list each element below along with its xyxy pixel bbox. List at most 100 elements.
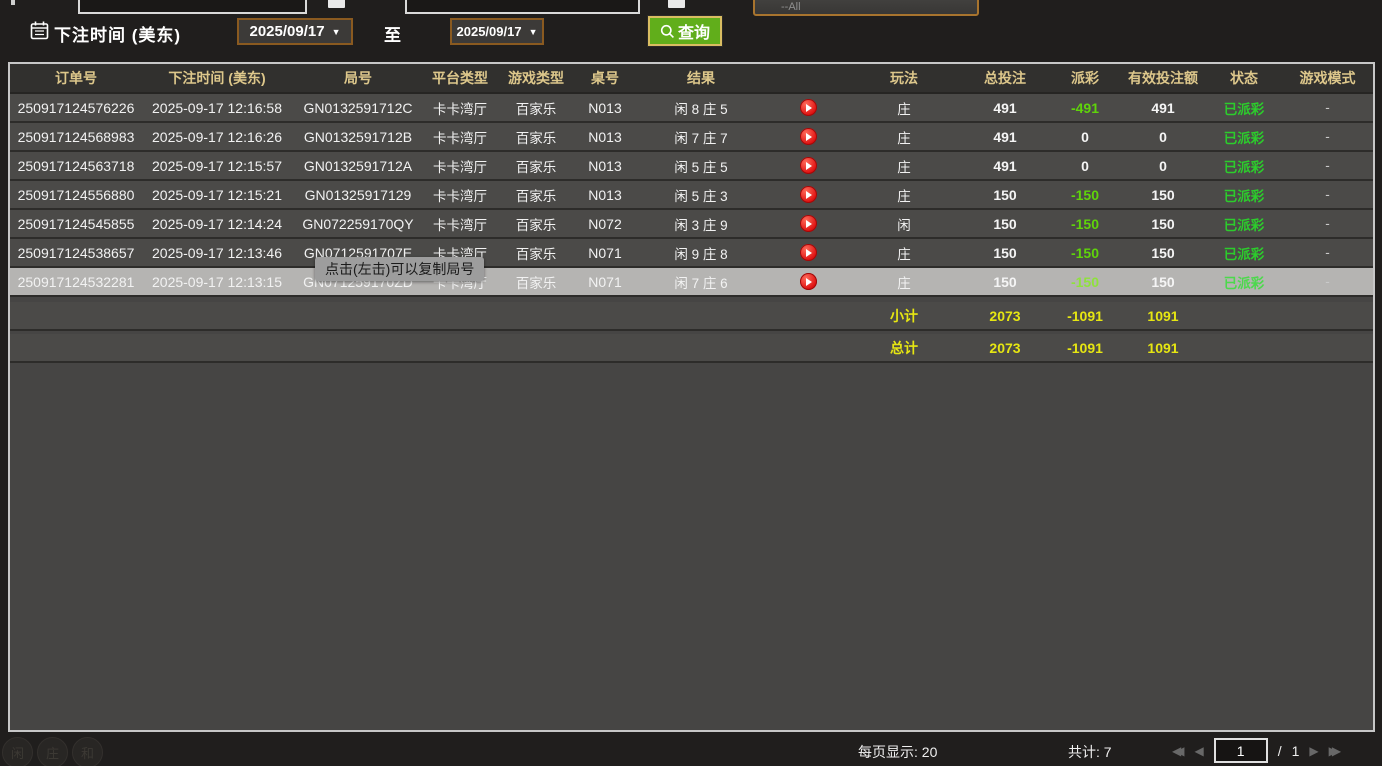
cell-result: 闲 7 庄 7 <box>634 127 768 147</box>
cell-time: 2025-09-17 12:15:21 <box>142 187 292 203</box>
replay-icon[interactable] <box>800 244 817 261</box>
cell-total: 150 <box>960 216 1050 232</box>
cell-game: 百家乐 <box>496 272 576 292</box>
calendar-icon <box>30 21 49 40</box>
date-to-value: 2025/09/17 <box>457 24 522 39</box>
cell-payout: -150 <box>1050 274 1120 290</box>
first-page-icon[interactable]: ◀◀ <box>1172 740 1184 762</box>
table-row[interactable]: 250917124568983 2025-09-17 12:16:26 GN01… <box>10 123 1373 152</box>
replay-icon[interactable] <box>800 157 817 174</box>
cell-payout: 0 <box>1050 129 1120 145</box>
cell-total: 491 <box>960 158 1050 174</box>
cell-order: 250917124563718 <box>10 158 142 174</box>
top-icon-2[interactable] <box>668 0 685 8</box>
cell-mode: - <box>1282 100 1373 115</box>
cell-order: 250917124538657 <box>10 245 142 261</box>
cell-platform: 卡卡湾厅 <box>424 127 496 147</box>
replay-icon[interactable] <box>800 273 817 290</box>
cell-payout: -150 <box>1050 216 1120 232</box>
to-label: 至 <box>384 21 401 46</box>
cell-payout: -150 <box>1050 245 1120 261</box>
cell-time: 2025-09-17 12:13:46 <box>142 245 292 261</box>
cell-order: 250917124568983 <box>10 129 142 145</box>
cell-result: 闲 8 庄 5 <box>634 98 768 118</box>
page-total: 1 <box>1292 743 1300 759</box>
subtotal-label: 小计 <box>848 306 960 326</box>
cell-result: 闲 5 庄 5 <box>634 156 768 176</box>
col-valid: 有效投注额 <box>1120 68 1206 88</box>
table-row[interactable]: 250917124556880 2025-09-17 12:15:21 GN01… <box>10 181 1373 210</box>
chevron-down-icon: ▼ <box>529 27 538 37</box>
cell-game: 百家乐 <box>496 243 576 263</box>
prev-page-icon[interactable]: ◀ <box>1194 740 1203 762</box>
cell-play: 庄 <box>848 127 960 147</box>
cell-order: 250917124532281 <box>10 274 142 290</box>
cell-result: 闲 5 庄 3 <box>634 185 768 205</box>
cell-round[interactable]: GN0132591712A <box>292 158 424 174</box>
replay-icon[interactable] <box>800 99 817 116</box>
col-mode: 游戏模式 <box>1282 68 1373 88</box>
top-input-2[interactable] <box>405 0 640 14</box>
cell-platform: 卡卡湾厅 <box>424 185 496 205</box>
cell-table: N013 <box>576 187 634 203</box>
cell-order: 250917124576226 <box>10 100 142 116</box>
top-icon-1[interactable] <box>328 0 345 8</box>
cell-game: 百家乐 <box>496 185 576 205</box>
cell-round[interactable]: GN01325917129 <box>292 187 424 203</box>
cell-platform: 卡卡湾厅 <box>424 156 496 176</box>
date-from-select[interactable]: 2025/09/17 ▼ <box>237 18 353 45</box>
cell-play: 庄 <box>848 272 960 292</box>
subtotal-total: 2073 <box>960 308 1050 324</box>
background-badge-banker: 庄 <box>37 737 68 766</box>
cell-time: 2025-09-17 12:16:26 <box>142 129 292 145</box>
top-input-1[interactable] <box>78 0 307 14</box>
grandtotal-total: 2073 <box>960 340 1050 356</box>
cell-round[interactable]: GN072259170QY <box>292 216 424 232</box>
cell-round[interactable]: GN0132591712C <box>292 100 424 116</box>
table-row-highlighted[interactable]: 250917124532281 2025-09-17 12:13:15 GN07… <box>10 268 1373 297</box>
table-row[interactable]: 250917124545855 2025-09-17 12:14:24 GN07… <box>10 210 1373 239</box>
cell-status: 已派彩 <box>1206 127 1282 147</box>
table-row[interactable]: 250917124538657 2025-09-17 12:13:46 GN07… <box>10 239 1373 268</box>
col-status: 状态 <box>1206 68 1282 88</box>
date-to-select[interactable]: 2025/09/17 ▼ <box>450 18 544 45</box>
col-result: 结果 <box>634 68 768 88</box>
grandtotal-label: 总计 <box>848 338 960 358</box>
cell-mode: - <box>1282 129 1373 144</box>
cell-valid: 150 <box>1120 245 1206 261</box>
table-row[interactable]: 250917124563718 2025-09-17 12:15:57 GN01… <box>10 152 1373 181</box>
replay-icon[interactable] <box>800 128 817 145</box>
replay-icon[interactable] <box>800 215 817 232</box>
cell-result: 闲 9 庄 8 <box>634 243 768 263</box>
cell-payout: -150 <box>1050 187 1120 203</box>
cell-total: 491 <box>960 100 1050 116</box>
cell-result: 闲 3 庄 9 <box>634 214 768 234</box>
copy-round-tooltip: 点击(左击)可以复制局号 <box>315 257 484 281</box>
bet-time-label: 下注时间 (美东) <box>54 21 181 46</box>
next-page-icon[interactable]: ▶ <box>1309 740 1318 762</box>
query-button[interactable]: 查询 <box>648 16 722 46</box>
cell-round[interactable]: GN0132591712B <box>292 129 424 145</box>
per-page-indicator: 每页显示: 20 <box>858 742 937 762</box>
cell-status: 已派彩 <box>1206 214 1282 234</box>
cell-replay <box>768 157 848 174</box>
cell-payout: 0 <box>1050 158 1120 174</box>
col-table: 桌号 <box>576 68 634 88</box>
last-page-icon[interactable]: ▶▶ <box>1329 740 1341 762</box>
total-count-indicator: 共计: 7 <box>1068 742 1112 762</box>
background-badge-player: 闲 <box>2 737 33 766</box>
grandtotal-row: 总计 2073 -1091 1091 <box>10 334 1373 363</box>
search-icon <box>660 24 675 39</box>
cell-status: 已派彩 <box>1206 156 1282 176</box>
betting-history-screen: --All 下注时间 (美东) 2025/09/17 ▼ 至 2025/09/1… <box>0 0 1382 766</box>
cell-time: 2025-09-17 12:15:57 <box>142 158 292 174</box>
table-header-row: 订单号 下注时间 (美东) 局号 平台类型 游戏类型 桌号 结果 玩法 总投注 … <box>10 64 1373 94</box>
cell-status: 已派彩 <box>1206 98 1282 118</box>
page-number-input[interactable] <box>1214 738 1268 763</box>
table-row[interactable]: 250917124576226 2025-09-17 12:16:58 GN01… <box>10 94 1373 123</box>
cell-replay <box>768 273 848 290</box>
top-dropdown-value: --All <box>781 1 801 13</box>
replay-icon[interactable] <box>800 186 817 203</box>
cell-mode: - <box>1282 158 1373 173</box>
cell-play: 庄 <box>848 243 960 263</box>
